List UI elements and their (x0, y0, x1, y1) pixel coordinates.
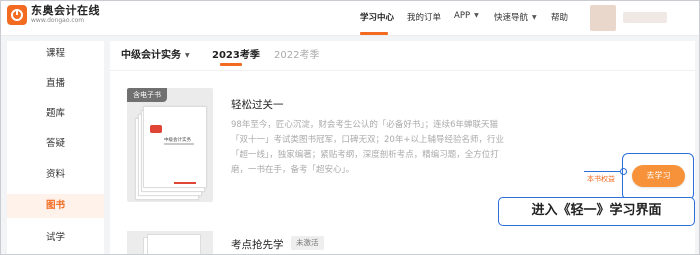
sidebar-item-books[interactable]: 图书 (7, 194, 104, 218)
sidebar-item-question-bank[interactable]: 题库 (7, 102, 104, 126)
nav-active-indicator (360, 32, 388, 35)
book-rights-link[interactable]: 本书权益 (587, 174, 615, 184)
chevron-down-icon: ▼ (185, 52, 190, 59)
nav-app-label: APP (454, 11, 471, 21)
nav-study-center[interactable]: 学习中心 (360, 11, 394, 23)
main-content: 中级会计实务 ▼ 2023考季 2022考季 含电子书 中级会计实务 轻松过关一 … (110, 41, 695, 255)
go-study-button[interactable]: 去学习 (632, 165, 685, 187)
logo-mark-icon (7, 4, 27, 25)
username-placeholder[interactable] (623, 12, 667, 23)
sidebar-item-qa[interactable]: 答疑 (7, 132, 104, 156)
sidebar: 课程 直播 题库 答疑 资料 图书 试学 (7, 41, 104, 255)
nav-my-orders[interactable]: 我的订单 (407, 11, 441, 23)
sidebar-item-live[interactable]: 直播 (7, 72, 104, 96)
book-cover[interactable]: 含电子书 中级会计实务 (127, 88, 213, 202)
logo-title: 东奥会计在线 (31, 4, 100, 17)
chevron-down-icon: ▼ (474, 12, 479, 19)
callout-connector (584, 171, 620, 172)
subject-label: 中级会计实务 (121, 50, 181, 61)
nav-app[interactable]: APP ▼ (454, 11, 479, 21)
subject-select[interactable]: 中级会计实务 ▼ (121, 46, 190, 61)
annotation-callout: 进入《轻一》学习界面 (498, 197, 695, 226)
nav-quick-navigation[interactable]: 快速导航 ▼ (494, 11, 537, 23)
tab-2023-season[interactable]: 2023考季 (212, 46, 260, 61)
chevron-down-icon: ▼ (532, 14, 537, 21)
nav-help[interactable]: 帮助 (551, 11, 568, 23)
avatar[interactable] (590, 5, 616, 31)
sidebar-item-trial[interactable]: 试学 (7, 226, 104, 250)
book-cover[interactable] (127, 231, 213, 255)
sidebar-item-courses[interactable]: 课程 (7, 42, 104, 66)
logo-url: www.dongao.com (31, 17, 85, 24)
tabs-row: 中级会计实务 ▼ 2023考季 2022考季 (110, 41, 695, 71)
book-title[interactable]: 轻松过关一 (231, 97, 284, 112)
book-cover-image: 中级会计实务 (135, 106, 207, 200)
tab-2022-season[interactable]: 2022考季 (274, 46, 319, 61)
nav-quick-navigation-label: 快速导航 (494, 13, 529, 23)
status-badge: 未激活 (291, 236, 324, 250)
book-description: 98年至今，匠心沉淀，财会考生公认的「必备好书」；连续6年蝉联天猫「双十一」考试… (231, 120, 504, 175)
sidebar-item-materials[interactable]: 资料 (7, 163, 104, 187)
book-title[interactable]: 考点抢先学 (231, 237, 284, 252)
tab-active-indicator (220, 63, 242, 66)
ebook-tag: 含电子书 (127, 88, 167, 102)
top-header: 东奥会计在线 www.dongao.com 学习中心 我的订单 APP ▼ 快速导… (0, 0, 700, 36)
logo[interactable]: 东奥会计在线 www.dongao.com (7, 4, 100, 25)
